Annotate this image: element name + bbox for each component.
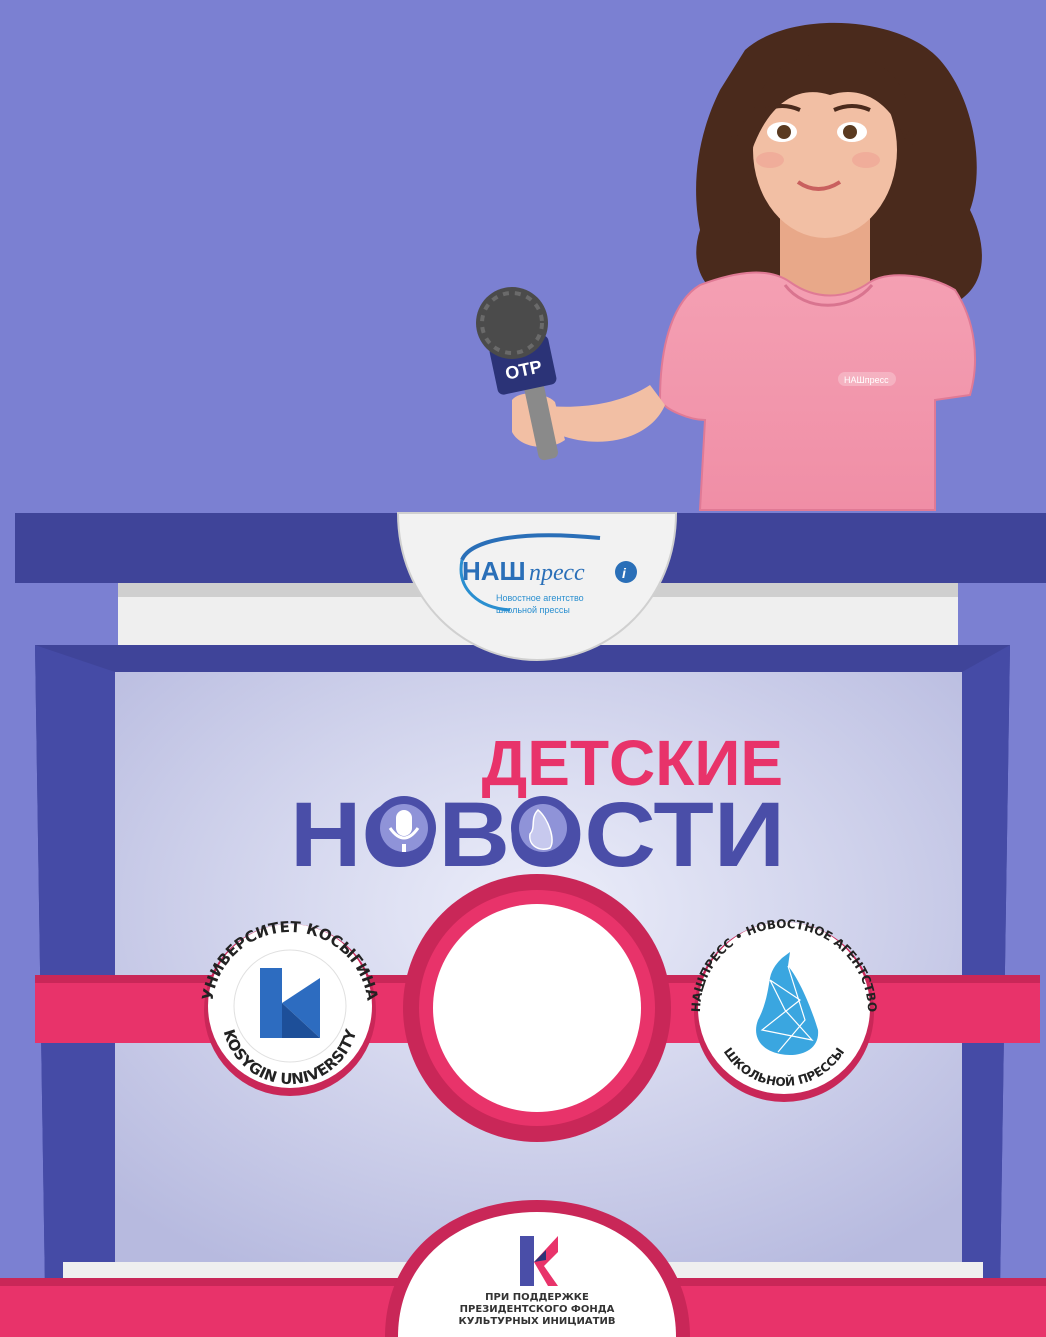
shirt-logo-text: НАШпресс [844, 375, 889, 385]
top-logo-nash: НАШ [462, 556, 526, 586]
fund-line3: КУЛЬТУРНЫХ ИНИЦИАТИВ [459, 1316, 616, 1327]
microphone-icon [372, 796, 436, 860]
center-screen [403, 874, 671, 1142]
fund-line2: ПРЕЗИДЕНТСКОГО ФОНДА [460, 1304, 615, 1315]
news-desk-scene: НАШпресс OTP НАШ пресс i Новостное агент… [0, 22, 1046, 1337]
fund-line1: ПРИ ПОДДЕРЖКЕ [485, 1292, 589, 1303]
top-logo-sub1: Новостное агентство [496, 593, 584, 603]
shirt [658, 271, 976, 511]
pear-icon [511, 796, 575, 860]
top-logo-press: пресс [529, 560, 585, 586]
shirt-logo: НАШпресс [838, 372, 896, 386]
top-logo-sub2: школьной прессы [496, 605, 570, 615]
presenter: НАШпресс [512, 22, 982, 511]
mic-head [476, 287, 548, 359]
info-icon [615, 561, 637, 583]
